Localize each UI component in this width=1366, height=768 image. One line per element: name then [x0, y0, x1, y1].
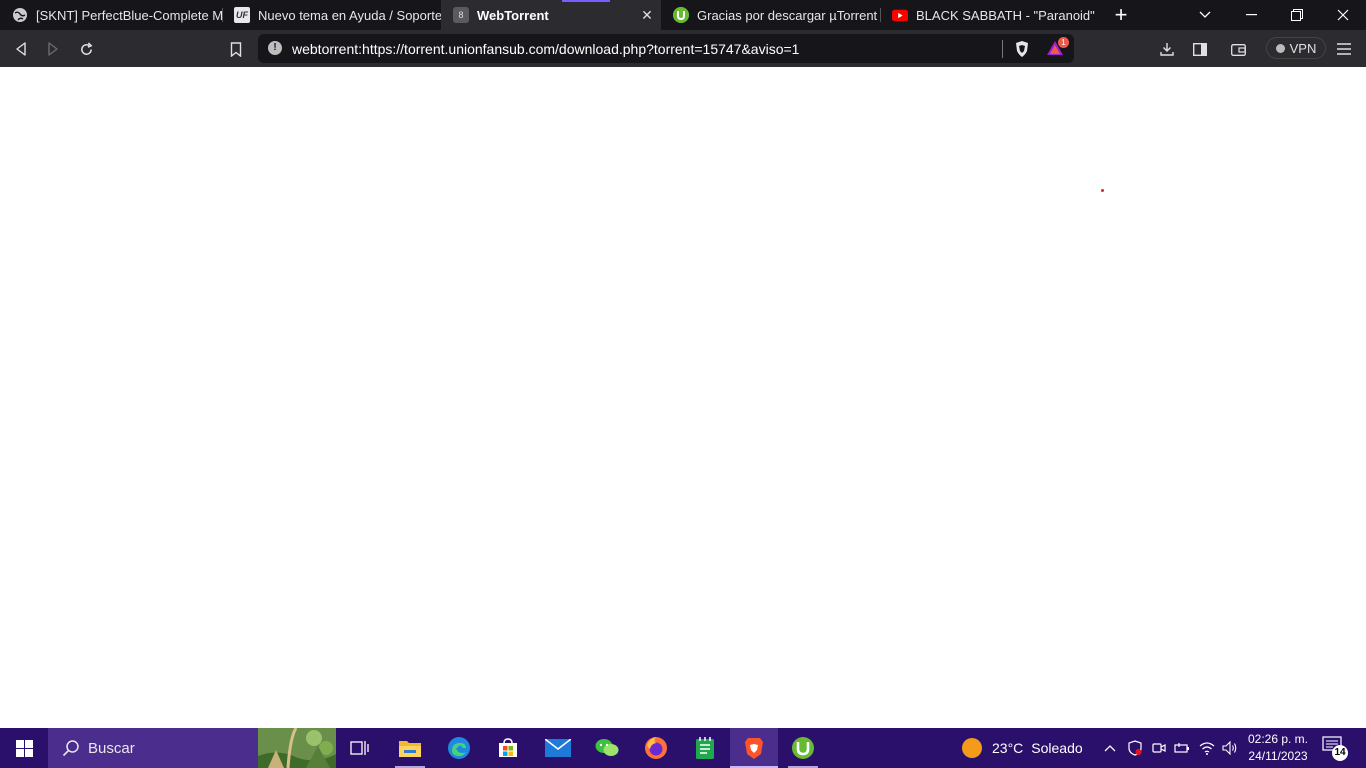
security-shield-icon[interactable]: [1123, 728, 1147, 768]
tab-webtorrent[interactable]: 8 WebTorrent ✕: [441, 0, 661, 30]
wallet-icon[interactable]: [1225, 36, 1251, 62]
sidebar-icon[interactable]: [1187, 36, 1213, 62]
globe-icon: [12, 7, 28, 23]
notification-center-icon[interactable]: 14: [1322, 736, 1348, 761]
back-button[interactable]: [8, 36, 34, 62]
close-tab-icon[interactable]: ✕: [639, 7, 655, 23]
tab-utorrent[interactable]: Gracias por descargar µTorrent (uT: [661, 0, 879, 30]
bookmark-icon[interactable]: [223, 36, 249, 62]
new-tab-button[interactable]: +: [1108, 2, 1134, 28]
wifi-icon[interactable]: [1195, 728, 1219, 768]
page-content: [0, 67, 1366, 728]
downloads-icon[interactable]: [1154, 36, 1180, 62]
windows-icon: [15, 739, 33, 757]
vpn-label: VPN: [1289, 40, 1317, 56]
brave-rewards-icon[interactable]: 1: [1046, 37, 1069, 56]
taskbar: Buscar 23°C Soleado 02:26 p. m. 24/11/20…: [0, 728, 1366, 768]
mail-icon[interactable]: [534, 728, 582, 768]
weather-condition: Soleado: [1031, 740, 1083, 756]
clock-time: 02:26 p. m.: [1247, 732, 1309, 746]
tab-title: [SKNT] PerfectBlue-Complete Meta: [36, 7, 222, 23]
browser-toolbar: ! webtorrent:https://torrent.unionfansub…: [0, 30, 1366, 67]
task-view-icon[interactable]: [336, 728, 384, 768]
tab-title: Nuevo tema en Ayuda / Soporte: [258, 7, 441, 23]
rewards-badge: 1: [1058, 37, 1069, 48]
wechat-icon[interactable]: [583, 728, 631, 768]
address-bar-divider: [1002, 40, 1003, 58]
tab-search-dropdown-icon[interactable]: [1182, 0, 1228, 30]
address-bar[interactable]: ! webtorrent:https://torrent.unionfansub…: [258, 34, 1074, 63]
utorrent-icon: [673, 7, 689, 23]
site-info-icon[interactable]: !: [268, 41, 282, 55]
tab-title: BLACK SABBATH - "Paranoid" (Offi: [916, 7, 1098, 23]
vpn-button[interactable]: VPN: [1266, 37, 1326, 59]
edge-icon[interactable]: [435, 728, 483, 768]
browser-window: [SKNT] PerfectBlue-Complete Meta UF Nuev…: [0, 0, 1366, 67]
url-text[interactable]: webtorrent:https://torrent.unionfansub.c…: [292, 41, 799, 57]
uf-icon: UF: [234, 7, 250, 23]
search-placeholder: Buscar: [88, 740, 135, 757]
brave-shields-icon[interactable]: [1014, 40, 1030, 58]
taskbar-search[interactable]: Buscar: [48, 728, 336, 768]
vpn-status-icon: [1275, 43, 1285, 53]
weather-widget[interactable]: 23°C Soleado: [962, 728, 1083, 768]
tab-title: Gracias por descargar µTorrent (uT: [697, 7, 879, 23]
forward-button[interactable]: [40, 36, 66, 62]
active-tab-indicator: [562, 0, 610, 2]
battery-icon[interactable]: [1170, 728, 1194, 768]
tab-youtube[interactable]: BLACK SABBATH - "Paranoid" (Offi: [880, 0, 1098, 30]
clock-date: 24/11/2023: [1248, 749, 1308, 763]
system-clock[interactable]: 02:26 p. m. 24/11/2023: [1240, 731, 1316, 765]
reload-button[interactable]: [73, 36, 99, 62]
meet-now-icon[interactable]: [1147, 728, 1171, 768]
restore-button[interactable]: [1274, 0, 1320, 30]
show-hidden-icons-chevron-up-icon[interactable]: [1098, 728, 1122, 768]
firefox-icon[interactable]: [632, 728, 680, 768]
close-window-button[interactable]: [1320, 0, 1366, 30]
start-button[interactable]: [0, 728, 48, 768]
sun-icon: [962, 738, 982, 758]
weather-temperature: 23°C: [992, 740, 1024, 756]
menu-icon[interactable]: [1331, 36, 1357, 62]
search-icon: [62, 740, 79, 757]
minimize-button[interactable]: [1228, 0, 1274, 30]
tab-strip: [SKNT] PerfectBlue-Complete Meta UF Nuev…: [0, 0, 1366, 30]
brave-icon[interactable]: [730, 728, 778, 768]
tab-title: WebTorrent: [477, 7, 549, 23]
youtube-icon: [892, 7, 908, 23]
search-highlight-illustration: [258, 728, 336, 768]
microsoft-store-icon[interactable]: [484, 728, 532, 768]
tab-nuevo-tema[interactable]: UF Nuevo tema en Ayuda / Soporte: [222, 0, 441, 30]
utorrent-icon[interactable]: [779, 728, 827, 768]
tab-perfectblue[interactable]: [SKNT] PerfectBlue-Complete Meta: [0, 0, 222, 30]
notepad-icon[interactable]: [681, 728, 729, 768]
webtorrent-icon: 8: [453, 7, 469, 23]
notification-count-badge: 14: [1332, 745, 1348, 761]
red-dot-marker: [1101, 189, 1104, 192]
volume-icon[interactable]: [1218, 728, 1242, 768]
file-explorer-icon[interactable]: [386, 728, 434, 768]
